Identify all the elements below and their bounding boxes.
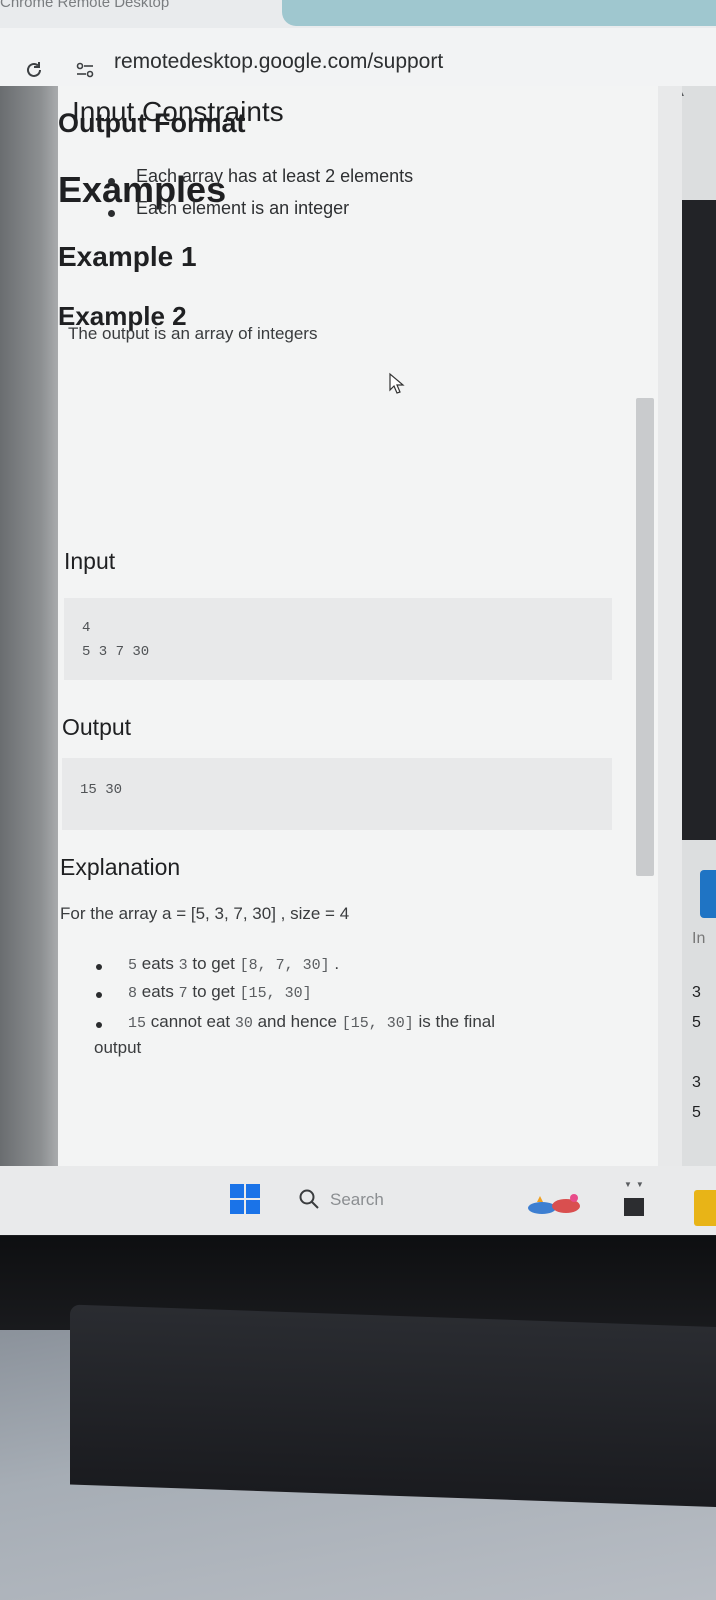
bullet [108, 178, 115, 185]
bullet [96, 992, 102, 998]
remote-desktop-panel [682, 200, 716, 840]
taskbar-widget-icon[interactable] [526, 1190, 586, 1216]
step-1-mid: to get [187, 954, 240, 973]
step-2-mid: to get [187, 982, 240, 1001]
explanation-label: Explanation [60, 854, 181, 880]
step-1-b: 3 [178, 957, 188, 974]
step-1-verb: eats [137, 954, 179, 973]
output-label: Output [62, 714, 132, 740]
side-peek-label: In [692, 930, 706, 947]
step-3-b: 30 [234, 1015, 253, 1032]
browser-title-strip: Chrome Remote Desktop [0, 0, 716, 28]
side-peek-value-4: 5 [692, 1104, 701, 1121]
bullet [96, 964, 102, 970]
url-text[interactable]: remotedesktop.google.com/support [114, 50, 443, 74]
bullet [96, 1022, 102, 1028]
taskbar-search-box[interactable] [286, 1184, 516, 1218]
step-1-code: [8, 7, 30] [239, 957, 330, 974]
step-3-tail: is the final [413, 1012, 496, 1031]
mouse-cursor-icon [388, 372, 406, 396]
example-1-title: Example 1 [58, 241, 197, 273]
step-3-verb: cannot eat [146, 1012, 235, 1031]
search-icon [298, 1188, 320, 1210]
site-info-icon[interactable] [76, 62, 94, 78]
tray-overflow-chevron[interactable]: ▼▼ [624, 1180, 648, 1189]
step-3-mid: and hence [252, 1012, 342, 1031]
output-code-block: 15 30 [62, 758, 612, 830]
side-peek-value-2: 5 [692, 1014, 701, 1031]
laptop-hinge [70, 1304, 716, 1508]
constraint-item-2: Each element is an integer [136, 198, 350, 218]
side-peek-value-1: 3 [692, 984, 701, 1001]
left-gutter [0, 86, 58, 1166]
side-panel-tab[interactable] [700, 870, 716, 918]
step-1-a: 5 [128, 957, 138, 974]
step-3-code: [15, 30] [341, 1015, 414, 1032]
explanation-step-3-wrap: output [94, 1038, 142, 1057]
start-button[interactable] [228, 1182, 262, 1216]
step-2-verb: eats [137, 982, 179, 1001]
step-2-code: [15, 30] [239, 985, 312, 1002]
input-code-block: 4 5 3 7 30 [64, 598, 612, 680]
input-label: Input [64, 548, 116, 574]
explanation-intro: For the array a = [5, 3, 7, 30] , size =… [60, 904, 350, 923]
side-peek-value-3: 3 [692, 1074, 701, 1091]
step-1-tail: . [329, 954, 340, 973]
explanation-step-1: 5 eats 3 to get [8, 7, 30] . [128, 954, 339, 974]
input-line-1: 4 [82, 620, 91, 636]
reload-icon[interactable] [24, 60, 44, 80]
scrollbar-thumb[interactable] [636, 398, 654, 876]
monitor-screen: Chrome Remote Desktop remotedesktop.goog… [0, 0, 716, 1235]
bullet [108, 210, 115, 217]
explanation-step-3: 15 cannot eat 30 and hence [15, 30] is t… [128, 1012, 495, 1032]
step-2-a: 8 [128, 985, 138, 1002]
explanation-step-2: 8 eats 7 to get [15, 30] [128, 982, 312, 1002]
constraint-item-1: Each array has at least 2 elements [136, 166, 414, 186]
output-format-text: The output is an array of integers [68, 324, 318, 343]
search-label[interactable]: Search [330, 1190, 384, 1210]
input-line-2: 5 3 7 30 [82, 644, 150, 660]
file-explorer-icon[interactable] [694, 1190, 716, 1226]
right-panel [658, 86, 682, 1166]
output-line-1: 15 30 [80, 782, 123, 798]
input-constraints-title: Input Constraints [72, 96, 284, 127]
app-title: Chrome Remote Desktop [0, 0, 170, 11]
step-2-b: 7 [178, 985, 188, 1002]
problem-page: Input Constraints Each array has at leas… [58, 86, 658, 1166]
step-3-a: 15 [128, 1015, 147, 1032]
tray-app-icon[interactable] [624, 1198, 644, 1216]
browser-tab[interactable] [282, 0, 716, 26]
